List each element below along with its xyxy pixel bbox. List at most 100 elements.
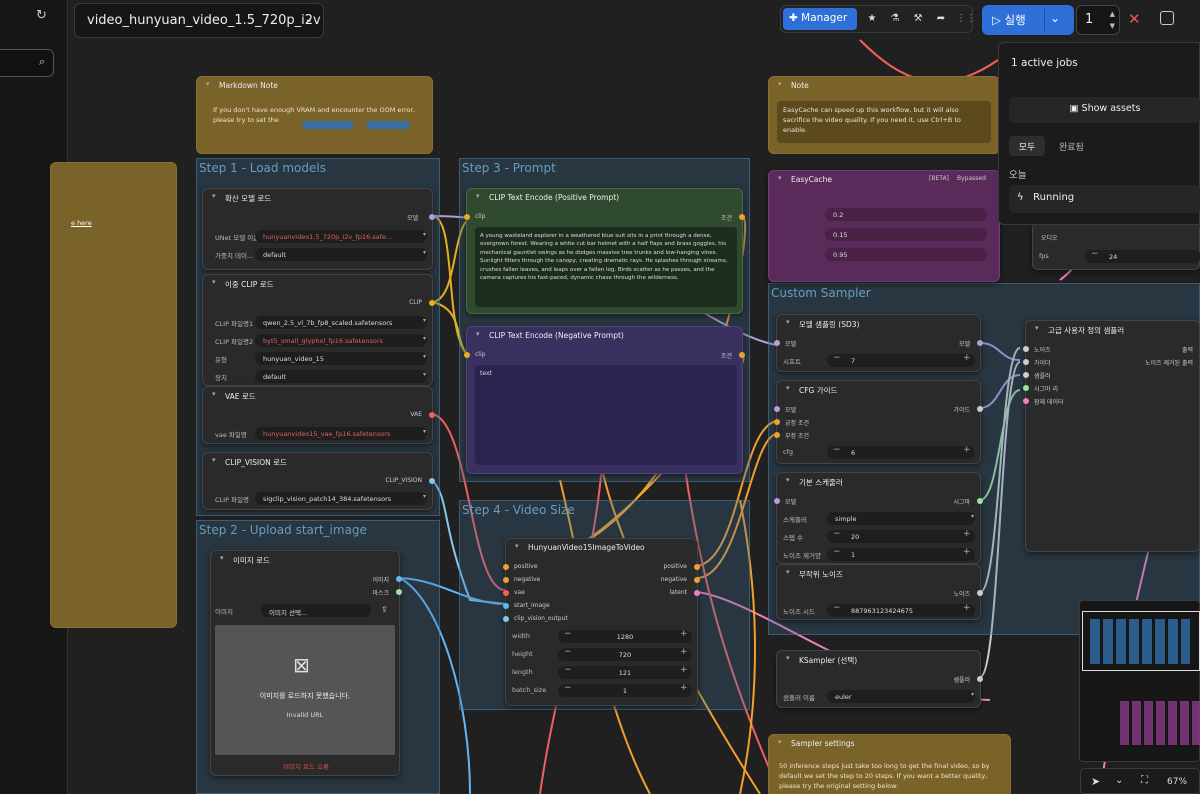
easycache-value[interactable]: 0.2 — [825, 208, 987, 221]
close-icon[interactable]: ✕ — [1128, 10, 1141, 28]
scheduler-select[interactable]: simple — [827, 512, 975, 525]
device-select[interactable]: default — [255, 370, 427, 383]
prompt-textarea[interactable]: A young wasteland explorer in a weathere… — [475, 227, 737, 307]
output-port[interactable] — [429, 300, 435, 306]
denoise-input[interactable]: 1 — [827, 548, 975, 561]
output-port[interactable] — [977, 498, 983, 504]
running-job-item[interactable]: ϟ Running — [1009, 185, 1200, 213]
positive-prompt-node[interactable]: CLIP Text Encode (Positive Prompt) clip … — [464, 188, 745, 314]
vae-select[interactable]: hunyuanvideo15_vae_fp16.safetensors — [255, 427, 427, 440]
noise-seed-input[interactable]: 887963123424675 — [827, 604, 975, 617]
output-port[interactable] — [739, 352, 745, 358]
easycache-value[interactable]: 0.95 — [825, 248, 987, 261]
easycache-value[interactable]: 0.15 — [825, 228, 987, 241]
unet-loader-node[interactable]: 확산 모델 로드 모델 UNet 모델 이름hunyuanvideo1.5_72… — [202, 188, 435, 270]
clip1-select[interactable]: qwen_2.5_vl_7b_fp8_scaled.safetensors — [255, 316, 427, 329]
prompt-textarea[interactable]: text — [475, 365, 737, 465]
steps-input[interactable]: 20 — [827, 530, 975, 543]
search-input[interactable]: ⌕ — [0, 49, 54, 77]
basic-scheduler-node[interactable]: 기본 스케줄러 모델 시그마 스케줄러simple▾ 스텝 수20−+ 노이즈 … — [774, 472, 983, 564]
width-input[interactable]: 1280 — [558, 630, 692, 643]
type-select[interactable]: hunyuan_video_15 — [255, 352, 427, 365]
cfg-guider-node[interactable]: CFG 가이드 모델 긍정 조건 부정 조건 가이드 cfg6−+ — [774, 380, 983, 464]
chevron-down-icon[interactable]: ⌄ — [1050, 11, 1060, 25]
input-port[interactable] — [464, 214, 470, 220]
input-port[interactable] — [503, 603, 509, 609]
upload-icon[interactable]: ⇪ — [381, 605, 388, 614]
length-input[interactable]: 121 — [558, 666, 692, 679]
run-label: 실행 — [1004, 13, 1026, 27]
plus-icon[interactable]: + — [680, 629, 688, 639]
vae-loader-node[interactable]: VAE 로드 VAE vae 파일명 hunyuanvideo15_vae_fp1… — [202, 386, 435, 444]
output-port[interactable] — [694, 590, 700, 596]
manager-button[interactable]: ✚ Manager — [783, 8, 857, 30]
show-assets-button[interactable]: ▣ Show assets — [1009, 97, 1200, 123]
input-port[interactable] — [774, 340, 780, 346]
input-port[interactable] — [503, 564, 509, 570]
clip2-select[interactable]: byt5_small_glyphxl_fp16.safetensors — [255, 334, 427, 347]
output-port[interactable] — [977, 406, 983, 412]
output-port[interactable] — [396, 576, 402, 582]
minimap[interactable] — [1079, 600, 1200, 762]
left-note[interactable]: e here — [50, 162, 177, 628]
input-port[interactable] — [464, 352, 470, 358]
output-port[interactable] — [429, 478, 435, 484]
refresh-icon[interactable]: ↻ — [36, 8, 47, 23]
queue-count-input[interactable]: 1 ▲ ▼ — [1076, 5, 1120, 35]
dualclip-loader-node[interactable]: 이중 CLIP 로드 CLIP CLIP 파일명1qwen_2.5_vl_7b_… — [202, 274, 435, 386]
negative-prompt-node[interactable]: CLIP Text Encode (Negative Prompt) clip … — [464, 326, 745, 474]
workflow-tab[interactable]: video_hunyuan_video_1.5_720p_i2v ⌄ — [74, 3, 324, 38]
node-title: 무작위 노이즈 — [777, 565, 980, 583]
load-image-node[interactable]: 이미지 로드 이미지 마스크 이미지이미지 선택...⇪ ⊠ 이미지를 로드하지… — [210, 550, 402, 776]
output-port[interactable] — [429, 214, 435, 220]
clipvision-select[interactable]: sigclip_vision_patch14_384.safetensors — [255, 492, 427, 505]
batch-input[interactable]: 1 — [558, 684, 692, 697]
run-button[interactable]: ▷ 실행 ⌄ — [982, 5, 1074, 35]
i2v-node[interactable]: HunyuanVideo15ImageToVideo positive nega… — [503, 538, 700, 706]
output-port[interactable] — [396, 589, 402, 595]
output-port[interactable] — [977, 676, 983, 682]
output-port[interactable] — [977, 590, 983, 596]
sampler-select[interactable]: euler — [827, 690, 975, 703]
output-port[interactable] — [739, 214, 745, 220]
output-port[interactable] — [429, 412, 435, 418]
chevron-down-icon[interactable]: ⌄ — [1115, 775, 1123, 786]
tab-all[interactable]: 모두 — [1009, 136, 1045, 156]
sampler-settings-note[interactable]: Sampler settings 50 inference steps just… — [768, 734, 1011, 794]
output-port[interactable] — [977, 340, 983, 346]
advanced-sampler-node[interactable]: 고급 사용자 정의 샘플러 노이즈 가이더 샘플러 시그마 리 잠재 데이터 출… — [1023, 320, 1200, 552]
input-port[interactable] — [503, 577, 509, 583]
save-video-node[interactable]: 오디오 fps 24− — [1032, 222, 1200, 270]
unet-name-select[interactable]: hunyuanvideo1.5_720p_i2v_fp16.safe... — [255, 230, 427, 243]
wand-icon[interactable]: ⚒ — [907, 9, 929, 29]
height-input[interactable]: 720 — [558, 648, 692, 661]
drag-handle-icon[interactable]: ⋮⋮ — [955, 9, 977, 29]
input-port[interactable] — [503, 590, 509, 596]
output-port[interactable] — [694, 577, 700, 583]
note-link[interactable]: e here — [71, 219, 92, 227]
easycache-node[interactable]: EasyCache [BETA] Bypassed 0.2 0.15 0.95 — [768, 170, 1000, 282]
cfg-input[interactable]: 6 — [827, 446, 975, 459]
markdown-note[interactable]: Markdown Note If you don't have enough V… — [196, 76, 433, 154]
fit-view-icon[interactable]: ⛶ — [1141, 775, 1148, 786]
random-noise-node[interactable]: 무작위 노이즈 노이즈 노이즈 시드887963123424675−+ — [776, 564, 983, 620]
input-port[interactable] — [503, 616, 509, 622]
dtype-select[interactable]: default — [255, 248, 427, 261]
model-sampling-node[interactable]: 모델 샘플링 (SD3) 모델 모델 시프트7−+ — [774, 314, 983, 372]
star-icon[interactable]: ★ — [861, 9, 883, 29]
shift-input[interactable]: 7 — [827, 354, 975, 367]
output-port[interactable] — [694, 564, 700, 570]
tab-completed[interactable]: 완료됨 — [1059, 140, 1084, 153]
pointer-icon[interactable]: ➤ — [1091, 775, 1100, 788]
image-select[interactable]: 이미지 선택... — [261, 604, 371, 617]
fps-input[interactable]: 24 — [1085, 250, 1200, 263]
stop-icon[interactable] — [1160, 11, 1174, 25]
minus-icon[interactable]: − — [564, 629, 572, 639]
share-arrow-icon[interactable]: ➦ — [930, 9, 952, 29]
note-node[interactable]: Note EasyCache can speed up this workflo… — [768, 76, 1000, 154]
flask-icon[interactable]: ⚗ — [884, 9, 906, 29]
ksampler-select-node[interactable]: KSampler (선택) 샘플러 샘플러 이름euler▾ — [776, 650, 983, 708]
stepper-icon[interactable]: ▲ ▼ — [1110, 8, 1115, 32]
clipvision-loader-node[interactable]: CLIP_VISION 로드 CLIP_VISION CLIP 파일명 sigcl… — [202, 452, 435, 510]
zoom-level[interactable]: 67% — [1167, 777, 1187, 787]
